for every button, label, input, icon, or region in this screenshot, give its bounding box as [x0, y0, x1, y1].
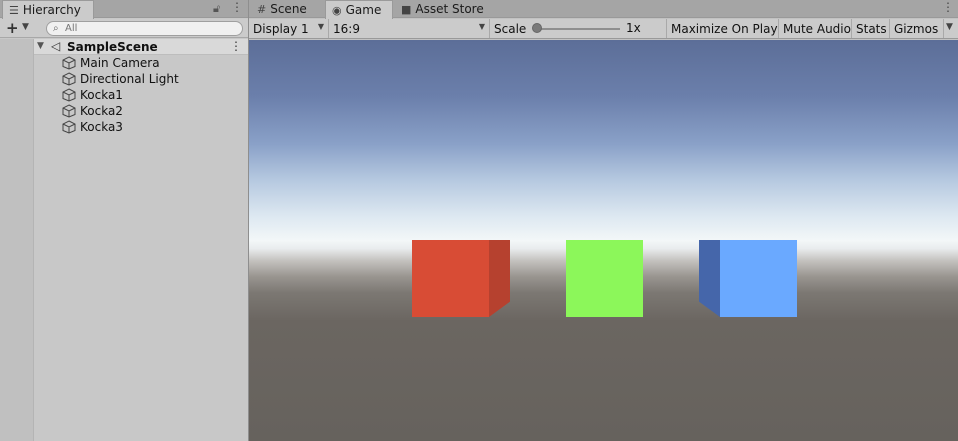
red-cube-side — [489, 240, 510, 317]
unity-scene-icon: ◁ — [51, 39, 61, 53]
game-panel: # Scene ◉ Game ■ Asset Store ⋮ Display 1… — [249, 0, 958, 441]
hierarchy-item-label: Directional Light — [80, 72, 179, 86]
mute-label: Mute Audio — [783, 21, 851, 36]
scene-kebab-menu-icon[interactable]: ⋮ — [230, 39, 242, 53]
hierarchy-item-label: Kocka3 — [80, 120, 123, 134]
search-icon: ⌕ — [53, 23, 59, 34]
chevron-down-icon[interactable]: ▼ — [22, 22, 29, 32]
add-object-button[interactable]: + — [6, 19, 19, 37]
scale-control: Scale 1x — [490, 19, 667, 38]
kebab-menu-icon[interactable]: ⋮ — [231, 0, 243, 14]
display-value: Display 1 — [253, 21, 309, 36]
gizmos-label: Gizmos — [894, 21, 939, 36]
shopping-bag-icon: ■ — [401, 2, 412, 16]
game-toolbar: Display 1 ▼ 16:9 ▼ Scale 1x Maximize On … — [249, 19, 958, 39]
chevron-down-icon: ▼ — [478, 22, 485, 31]
hierarchy-item-kocka3[interactable]: Kocka3 — [62, 119, 242, 135]
hierarchy-panel: ☰ Hierarchy 🔓︎ ⋮ + ▼ ⌕ ▼ ◁ SampleScene ⋮… — [0, 0, 248, 441]
aspect-ratio-dropdown[interactable]: 16:9 ▼ — [329, 19, 490, 38]
hierarchy-tab-bar: ☰ Hierarchy 🔓︎ ⋮ — [0, 0, 248, 19]
grid-icon: # — [257, 2, 267, 16]
game-tab-bar: # Scene ◉ Game ■ Asset Store ⋮ — [249, 0, 958, 19]
hierarchy-gutter — [0, 39, 34, 441]
gizmos-toggle[interactable]: Gizmos — [890, 19, 944, 38]
gameobject-cube-icon — [62, 88, 76, 102]
scale-value: 1x — [626, 21, 641, 35]
scene-name: SampleScene — [67, 40, 158, 54]
tab-hierarchy[interactable]: ☰ Hierarchy — [2, 0, 94, 19]
blue-cube-front — [720, 240, 797, 317]
red-cube-front — [412, 240, 489, 317]
scene-row[interactable]: ▼ ◁ SampleScene ⋮ — [34, 39, 248, 55]
maximize-on-play-toggle[interactable]: Maximize On Play — [667, 19, 779, 38]
hierarchy-toolbar: + ▼ ⌕ — [0, 19, 248, 38]
list-icon: ☰ — [9, 3, 19, 17]
search-input[interactable] — [65, 22, 235, 35]
tab-game-label: Game — [345, 3, 382, 17]
stats-toggle[interactable]: Stats — [852, 19, 890, 38]
gameobject-cube-icon — [62, 56, 76, 70]
hierarchy-search-box[interactable]: ⌕ — [46, 21, 243, 36]
hierarchy-item-label: Kocka2 — [80, 104, 123, 118]
aspect-value: 16:9 — [333, 21, 360, 36]
tab-game[interactable]: ◉ Game — [325, 0, 393, 19]
gizmos-dropdown-arrow-icon[interactable]: ▼ — [946, 22, 953, 32]
tab-scene-label: Scene — [270, 2, 307, 16]
tab-asset-store[interactable]: ■ Asset Store — [395, 0, 495, 18]
gameobject-cube-icon — [62, 104, 76, 118]
scale-label: Scale — [494, 21, 527, 36]
maximize-label: Maximize On Play — [671, 21, 778, 36]
hierarchy-item-kocka2[interactable]: Kocka2 — [62, 103, 242, 119]
gameobject-cube-icon — [62, 120, 76, 134]
hierarchy-item-kocka1[interactable]: Kocka1 — [62, 87, 242, 103]
hierarchy-item-main-camera[interactable]: Main Camera — [62, 55, 242, 71]
lock-icon[interactable]: 🔓︎ — [213, 2, 220, 16]
green-cube-front — [566, 240, 643, 317]
gamepad-icon: ◉ — [332, 3, 342, 17]
hierarchy-tree: ▼ ◁ SampleScene ⋮ Main Camera Directiona… — [34, 39, 248, 441]
tab-scene[interactable]: # Scene — [251, 0, 323, 18]
hierarchy-item-directional-light[interactable]: Directional Light — [62, 71, 242, 87]
hierarchy-item-label: Main Camera — [80, 56, 160, 70]
scale-slider-track[interactable] — [536, 28, 620, 30]
tab-hierarchy-label: Hierarchy — [22, 3, 81, 17]
game-viewport[interactable] — [249, 40, 958, 441]
kebab-menu-icon[interactable]: ⋮ — [942, 0, 954, 14]
blue-cube-side — [699, 240, 720, 317]
hierarchy-item-label: Kocka1 — [80, 88, 123, 102]
tab-asset-store-label: Asset Store — [415, 2, 484, 16]
chevron-down-icon: ▼ — [317, 22, 324, 31]
gameobject-cube-icon — [62, 72, 76, 86]
display-dropdown[interactable]: Display 1 ▼ — [249, 19, 329, 38]
mute-audio-toggle[interactable]: Mute Audio — [779, 19, 852, 38]
foldout-arrow-icon[interactable]: ▼ — [37, 41, 44, 51]
scale-slider-thumb[interactable] — [532, 23, 542, 33]
stats-label: Stats — [856, 21, 887, 36]
